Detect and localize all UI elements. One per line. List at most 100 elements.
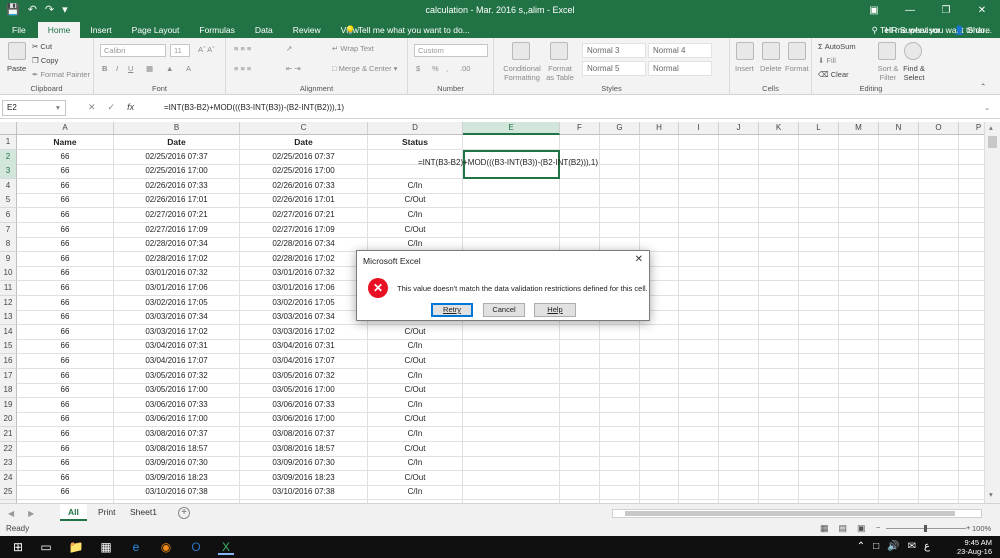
cell-status[interactable]: C/Out — [368, 354, 463, 369]
user-name[interactable]: HR Supervisor — [885, 22, 940, 38]
cell-j[interactable] — [719, 485, 759, 501]
delete-cells-icon[interactable] — [762, 42, 780, 60]
cell-i[interactable] — [679, 324, 719, 340]
cell-k[interactable] — [759, 266, 799, 282]
cell-n1[interactable] — [879, 135, 919, 150]
cell-date-c[interactable]: 02/27/2016 07:21 — [240, 208, 368, 223]
cell-h[interactable] — [640, 193, 679, 209]
cell-name[interactable]: 66 — [17, 470, 114, 486]
share-button[interactable]: 👤 Share — [954, 22, 990, 38]
cell-p[interactable] — [959, 281, 984, 296]
cell-date-c[interactable]: 02/25/2016 17:00 — [240, 164, 368, 180]
cell-name[interactable]: 66 — [17, 456, 114, 472]
cell-l[interactable] — [799, 237, 839, 253]
cell-date-b[interactable]: 02/28/2016 07:34 — [114, 237, 240, 253]
cell-l[interactable] — [799, 456, 839, 472]
header-cell-c[interactable]: Date — [240, 135, 368, 150]
paste-button[interactable]: Paste — [7, 64, 26, 73]
cell-m[interactable] — [839, 310, 879, 326]
cell-k[interactable] — [759, 149, 799, 165]
cell-status[interactable]: C/Out — [368, 441, 463, 457]
cell-g[interactable] — [600, 339, 640, 355]
cell-g[interactable] — [600, 178, 640, 194]
cell-p[interactable] — [959, 383, 984, 399]
cell-e[interactable] — [463, 193, 560, 209]
cell-status[interactable]: C/In — [368, 339, 463, 355]
cell-l[interactable] — [799, 251, 839, 267]
cell-name[interactable]: 66 — [17, 295, 114, 311]
cell-j[interactable] — [719, 281, 759, 296]
column-header-n[interactable]: N — [879, 122, 919, 135]
cell-status[interactable]: C/Out — [368, 383, 463, 399]
cell-k[interactable] — [759, 237, 799, 253]
cell-e[interactable] — [463, 427, 560, 442]
cell-date-c[interactable]: 02/25/2016 07:37 — [240, 149, 368, 165]
cell-i[interactable] — [679, 281, 719, 296]
cell-k[interactable] — [759, 178, 799, 194]
row-header-17[interactable]: 17 — [0, 368, 17, 384]
cell-j[interactable] — [719, 222, 759, 238]
cell-date-c[interactable]: 03/04/2016 17:07 — [240, 354, 368, 369]
grow-font-icon[interactable]: Aˆ Aˇ — [198, 45, 215, 54]
cell-j[interactable] — [719, 397, 759, 413]
cell-p[interactable] — [959, 296, 984, 311]
cell-n[interactable] — [879, 193, 919, 209]
tab-home[interactable]: Home — [37, 22, 81, 38]
row-header-24[interactable]: 24 — [0, 470, 17, 486]
cell-k[interactable] — [759, 310, 799, 326]
cell-m[interactable] — [839, 368, 879, 384]
cell-k[interactable] — [759, 397, 799, 413]
prev-sheet-icon[interactable]: ◀ — [8, 509, 14, 518]
cell-p[interactable] — [959, 193, 984, 209]
clear-button[interactable]: ⌫ Clear — [818, 70, 849, 79]
cell-n[interactable] — [879, 397, 919, 413]
cell-h[interactable] — [640, 178, 679, 194]
cell-f[interactable] — [560, 208, 600, 223]
cell-k[interactable] — [759, 251, 799, 267]
cell-p[interactable] — [959, 339, 984, 355]
cell-g[interactable] — [600, 485, 640, 501]
cell-o[interactable] — [919, 456, 959, 472]
cell-j[interactable] — [719, 354, 759, 369]
cell-o[interactable] — [919, 441, 959, 457]
cell-n[interactable] — [879, 412, 919, 428]
cell-n[interactable] — [879, 427, 919, 442]
cell-name[interactable]: 66 — [17, 222, 114, 238]
ribbon-display-icon[interactable]: ▣ — [856, 0, 892, 22]
cell-i[interactable] — [679, 164, 719, 180]
cell-n[interactable] — [879, 251, 919, 267]
cell-o[interactable] — [919, 470, 959, 486]
cell-date-c[interactable]: 03/01/2016 17:06 — [240, 281, 368, 296]
column-header-c[interactable]: C — [240, 122, 368, 135]
column-header-o[interactable]: O — [919, 122, 959, 135]
conditional-formatting-button[interactable]: Conditional Formatting — [502, 64, 542, 82]
cell-j[interactable] — [719, 310, 759, 326]
cell-l[interactable] — [799, 470, 839, 486]
cell-e[interactable] — [463, 324, 560, 340]
cell-j[interactable] — [719, 251, 759, 267]
cell-h[interactable] — [640, 470, 679, 486]
cell-name[interactable]: 66 — [17, 354, 114, 369]
cell-f[interactable] — [560, 178, 600, 194]
page-break-view-icon[interactable]: ▣ — [857, 523, 866, 534]
cell-status[interactable]: C/Out — [368, 412, 463, 428]
zoom-slider-knob[interactable] — [924, 525, 927, 532]
cell-i[interactable] — [679, 427, 719, 442]
cell-i[interactable] — [679, 237, 719, 253]
cell-k[interactable] — [759, 368, 799, 384]
cell-g[interactable] — [600, 412, 640, 428]
cell-status[interactable]: C/In — [368, 178, 463, 194]
horizontal-scrollbar[interactable] — [612, 509, 982, 518]
cell-m[interactable] — [839, 383, 879, 399]
cell-date-c[interactable]: 02/26/2016 07:33 — [240, 178, 368, 194]
fill-button[interactable]: ⬇ Fill — [818, 56, 836, 65]
cell-date-c[interactable]: 02/27/2016 17:09 — [240, 222, 368, 238]
cell-o[interactable] — [919, 310, 959, 326]
cancel-entry-icon[interactable]: ✕ — [88, 102, 96, 113]
excel-taskbar-icon[interactable]: X — [218, 539, 234, 555]
sort-filter-button[interactable]: Sort & Filter — [874, 64, 902, 82]
cell-j[interactable] — [719, 368, 759, 384]
cell-name[interactable]: 66 — [17, 149, 114, 165]
header-cell-b[interactable]: Date — [114, 135, 240, 150]
cell-status[interactable]: C/In — [368, 208, 463, 223]
